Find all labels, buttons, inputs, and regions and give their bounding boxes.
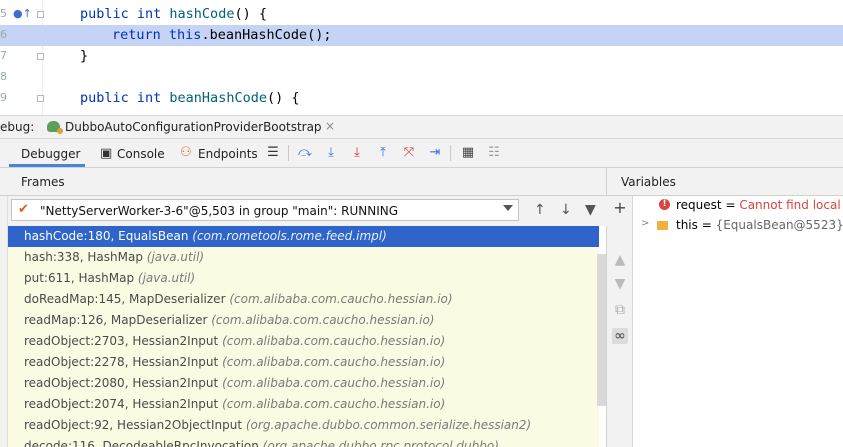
arrow-up-icon[interactable]: ↑ — [534, 202, 546, 218]
debug-tool-window-header: ebug: DubboAutoConfigurationProviderBoot… — [0, 115, 843, 139]
line-number: 7 — [0, 49, 7, 62]
fold-icon[interactable] — [37, 53, 44, 60]
debugger-toolbar: Debugger ▣ Console ⚇ Endpoints ☰ ⤼ ⤓ ⤓ ⤒… — [0, 139, 843, 168]
show-watches-icon[interactable]: ∞ — [612, 328, 628, 344]
run-config-tab[interactable]: DubboAutoConfigurationProviderBootstrap … — [43, 116, 343, 138]
trace-current-stream-icon[interactable]: ☷ — [486, 145, 502, 161]
override-marker-icon[interactable]: ●↑ — [13, 7, 32, 20]
thread-row: ✔ "NettyServerWorker-3-6"@5,503 in group… — [8, 196, 607, 226]
code-line[interactable]: 5 ●↑ public int hashCode() { — [0, 4, 843, 25]
variables-title: Variables — [621, 175, 676, 189]
debug-label: ebug: — [0, 120, 35, 134]
step-over-icon[interactable]: ⤓ — [323, 145, 339, 161]
thread-selector[interactable]: ✔ "NettyServerWorker-3-6"@5,503 in group… — [11, 199, 519, 221]
frame-row[interactable]: readObject:2703, Hessian2Input (com.alib… — [8, 331, 599, 352]
frames-panel: Frames ✔ "NettyServerWorker-3-6"@5,503 i… — [0, 168, 607, 447]
frame-row[interactable]: doReadMap:145, MapDeserializer (com.alib… — [8, 289, 599, 310]
layout-menu-icon[interactable]: ☰ — [265, 145, 281, 161]
arrow-down-icon[interactable]: ↓ — [560, 202, 572, 218]
variables-header: Variables — [607, 168, 843, 196]
code-text: return this.beanHashCode(); — [112, 27, 332, 43]
code-line[interactable]: 7 } — [0, 46, 843, 67]
close-icon[interactable]: × — [325, 119, 335, 133]
frames-title: Frames — [21, 175, 65, 189]
line-number: 6 — [0, 28, 7, 41]
frame-row[interactable]: readObject:2080, Hessian2Input (com.alib… — [8, 373, 599, 394]
code-text: public int beanHashCode() { — [80, 90, 300, 106]
console-icon: ▣ — [100, 146, 113, 161]
chevron-down-icon — [503, 205, 513, 211]
variable-name: request — [676, 198, 722, 212]
move-up-icon[interactable]: ▲ — [612, 252, 628, 268]
variables-side-toolbar: + ▲ ▼ ⧉ ∞ — [607, 196, 633, 447]
step-into-icon[interactable]: ⤓ — [349, 145, 365, 161]
add-watch-icon[interactable]: + — [612, 200, 628, 216]
variable-name: this — [676, 218, 698, 232]
toolbar-divider — [288, 145, 289, 161]
thread-name: "NettyServerWorker-3-6"@5,503 in group "… — [40, 204, 399, 218]
code-line[interactable]: 8 — [0, 67, 843, 88]
current-execution-line[interactable]: 6 return this.beanHashCode(); — [0, 25, 843, 46]
code-text: } — [80, 48, 89, 64]
filter-icon[interactable]: ▼ — [585, 202, 596, 218]
check-icon: ✔ — [18, 202, 29, 217]
line-number: 8 — [0, 70, 7, 83]
line-number: 9 — [0, 91, 7, 104]
line-number: 5 — [0, 7, 7, 20]
tab-console[interactable]: ▣ Console — [98, 139, 165, 167]
frame-row[interactable]: readObject:2074, Hessian2Input (com.alib… — [8, 394, 599, 415]
frame-row[interactable]: readMap:126, MapDeserializer (com.alibab… — [8, 310, 599, 331]
frame-row[interactable]: readObject:92, Hessian2ObjectInput (org.… — [8, 415, 599, 436]
frame-row[interactable]: readObject:2278, Hessian2Input (com.alib… — [8, 352, 599, 373]
code-editor[interactable]: 5 ●↑ public int hashCode() { 6 return th… — [0, 0, 843, 115]
variable-row[interactable]: ! request = Cannot find local v — [633, 196, 843, 216]
variable-value: {EqualsBean@5523} — [715, 218, 843, 232]
fold-icon[interactable] — [37, 11, 44, 18]
run-to-cursor-icon[interactable]: ⇥ — [427, 145, 443, 161]
tab-label: Console — [117, 147, 165, 161]
frame-row[interactable]: hash:338, HashMap (java.util) — [8, 247, 599, 268]
tab-debugger[interactable]: Debugger — [9, 139, 85, 167]
tab-endpoints[interactable]: ⚇ Endpoints — [178, 139, 258, 167]
run-config-name: DubboAutoConfigurationProviderBootstrap — [65, 120, 322, 134]
duplicate-watch-icon[interactable]: ⧉ — [612, 302, 628, 318]
code-line[interactable]: 9 public int beanHashCode() { — [0, 88, 843, 109]
frames-side-strip — [0, 196, 8, 447]
evaluate-expression-icon[interactable]: ▦ — [460, 145, 476, 161]
fold-icon[interactable] — [37, 95, 44, 102]
error-icon: ! — [659, 199, 670, 210]
toolbar-divider — [450, 145, 451, 161]
frame-row[interactable]: put:611, HashMap (java.util) — [8, 268, 599, 289]
tab-label: Debugger — [21, 147, 81, 161]
move-down-icon[interactable]: ▼ — [612, 276, 628, 292]
frames-header: Frames — [0, 168, 606, 196]
field-icon — [657, 221, 668, 230]
variable-row[interactable]: > this = {EqualsBean@5523} — [633, 216, 843, 236]
chevron-right-icon[interactable]: > — [641, 218, 649, 229]
variables-panel: Variables + ▲ ▼ ⧉ ∞ ! request = Cannot f… — [607, 168, 843, 447]
drop-frame-icon[interactable]: ⤧ — [401, 145, 417, 161]
spring-boot-icon — [47, 121, 63, 134]
show-execution-point-icon[interactable]: ⤼ — [297, 145, 313, 161]
frame-list[interactable]: hashCode:180, EqualsBean (com.rometools.… — [8, 226, 599, 447]
step-out-icon[interactable]: ⤒ — [375, 145, 391, 161]
frame-row[interactable]: decode:116, DecodeableRpcInvocation (org… — [8, 436, 599, 447]
variable-value: Cannot find local v — [739, 198, 843, 212]
tab-label: Endpoints — [198, 147, 258, 161]
endpoints-icon: ⚇ — [180, 145, 192, 160]
frames-scrollbar[interactable] — [597, 254, 606, 406]
frame-row[interactable]: hashCode:180, EqualsBean (com.rometools.… — [8, 226, 599, 247]
code-text: public int hashCode() { — [80, 6, 267, 22]
